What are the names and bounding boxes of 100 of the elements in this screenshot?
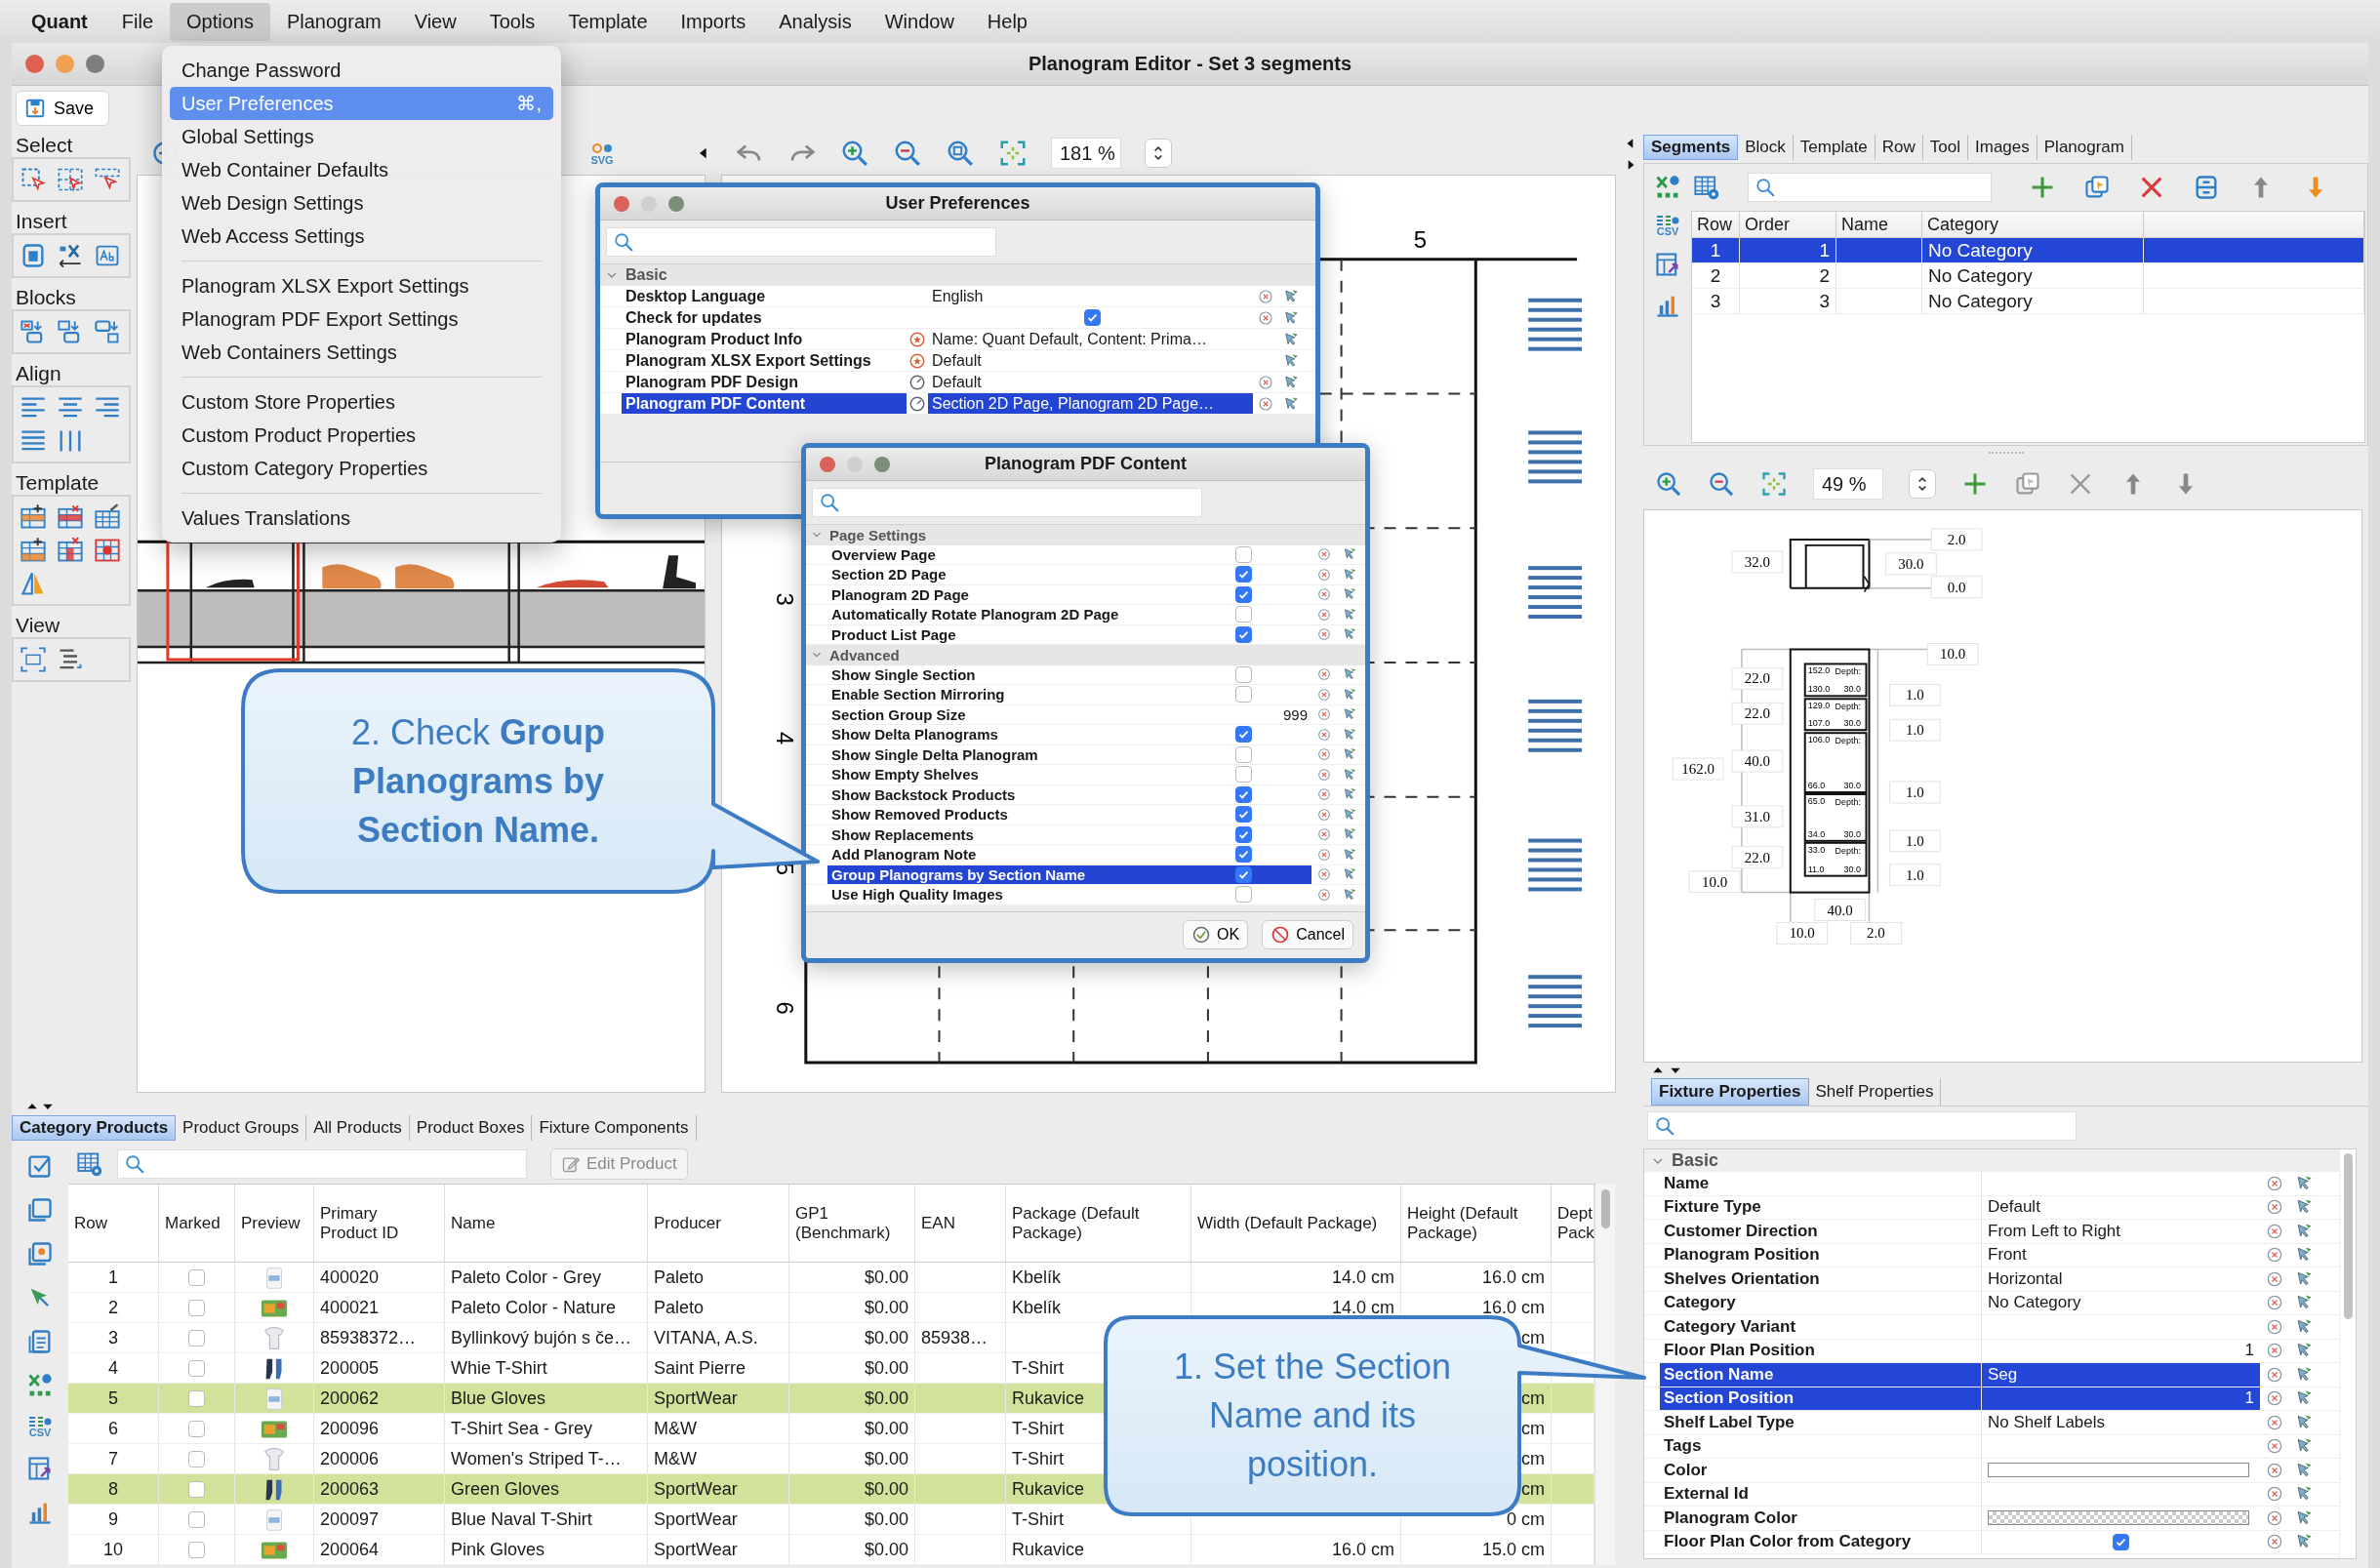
property-row[interactable]: Show Single Section <box>806 664 1365 685</box>
save-button[interactable]: Save <box>16 91 109 126</box>
property-row[interactable]: Planogram 2D Page <box>806 584 1365 605</box>
menu-option[interactable]: Web Container Defaults <box>170 153 553 186</box>
checkbox[interactable] <box>1234 745 1252 763</box>
checkbox[interactable] <box>1234 785 1252 803</box>
pointer-icon[interactable] <box>1342 726 1357 743</box>
menu-item[interactable]: View <box>397 2 473 41</box>
pointer-icon[interactable] <box>1282 330 1300 348</box>
column-header[interactable]: Producer <box>648 1185 789 1263</box>
grid-brush-icon[interactable] <box>94 503 121 531</box>
reset-icon[interactable] <box>1316 766 1332 783</box>
checkbox[interactable] <box>2113 1533 2129 1550</box>
property-row[interactable]: Planogram PDF Content Section 2D Page, Planogram 2D Page… <box>600 393 1315 415</box>
menu-item[interactable]: Help <box>970 2 1044 41</box>
close-button[interactable] <box>820 456 835 472</box>
property-row[interactable]: Fixture Type Default <box>1644 1195 2339 1220</box>
pointer-icon[interactable] <box>1342 566 1357 583</box>
shelf-box[interactable]: 33.0 Depth: 11.0 30.0 <box>1803 841 1868 877</box>
reset-icon[interactable] <box>1257 308 1274 327</box>
property-row[interactable]: Check for updates <box>600 307 1315 329</box>
menu-option[interactable]: Planogram XLSX Export Settings <box>170 269 553 302</box>
shelf-lines-icon[interactable] <box>1528 699 1583 752</box>
menu-item[interactable]: Tools <box>472 2 552 41</box>
grid-x-icon[interactable] <box>1654 174 1681 201</box>
menu-option[interactable]: Global Settings <box>170 120 553 153</box>
table-row[interactable]: 1 1 No Category <box>1692 238 2364 263</box>
menu-item[interactable]: Template <box>551 2 665 41</box>
pointer-icon[interactable] <box>1342 806 1357 823</box>
shelf-lines-icon[interactable] <box>1528 566 1583 620</box>
tab[interactable]: Template <box>1793 135 1876 160</box>
grid-remove-icon[interactable] <box>57 537 84 564</box>
grid-plus-icon[interactable] <box>20 503 47 531</box>
property-row[interactable]: Use High Quality Images <box>806 885 1365 905</box>
checkbox[interactable] <box>1084 309 1101 326</box>
column-header[interactable]: GP1 (Benchmark) <box>789 1185 915 1263</box>
row-select-icon[interactable] <box>94 166 121 193</box>
reset-icon[interactable] <box>1316 566 1332 583</box>
property-row[interactable]: Planogram Color <box>1644 1507 2339 1531</box>
menu-option[interactable]: Web Design Settings <box>170 186 553 220</box>
table-row[interactable]: 3 3 No Category <box>1692 289 2364 314</box>
menu-option[interactable]: Values Translations <box>170 502 553 535</box>
checkbox[interactable] <box>188 1389 205 1407</box>
table-row[interactable]: 10 200064 Pink Gloves SportWear $0.00 Rukavice 16.0 cm 15.0 cm <box>68 1535 1594 1565</box>
menu-option[interactable]: Planogram PDF Export Settings <box>170 302 553 336</box>
zoom-button[interactable] <box>874 456 890 472</box>
pointer-icon[interactable] <box>1342 606 1357 623</box>
column-header[interactable]: Preview <box>235 1185 314 1263</box>
question-square-icon[interactable] <box>26 1240 54 1267</box>
pointer-icon[interactable] <box>1342 846 1357 863</box>
column-header[interactable]: Marked <box>159 1185 235 1263</box>
property-row[interactable]: Desktop Language English <box>600 286 1315 307</box>
checkbox[interactable] <box>188 1510 205 1528</box>
scrollbar[interactable] <box>1594 1184 1615 1565</box>
scrollbar[interactable] <box>2339 1149 2356 1558</box>
checkbox[interactable] <box>188 1268 205 1286</box>
property-row[interactable]: Section Group Size 999 <box>806 704 1365 725</box>
property-row[interactable]: Tags <box>1644 1434 2339 1459</box>
duplicate-icon[interactable] <box>26 1196 54 1224</box>
column-header[interactable]: Width (Default Package) <box>1191 1185 1401 1263</box>
reset-icon[interactable] <box>1316 546 1332 563</box>
property-row[interactable]: Floor Plan Color from Category <box>1644 1530 2339 1554</box>
column-header[interactable]: Name <box>445 1185 648 1263</box>
checkbox[interactable] <box>1234 625 1252 643</box>
checkbox[interactable] <box>1234 566 1252 583</box>
zoom-field[interactable]: 181 % <box>1051 138 1121 169</box>
property-row[interactable]: Show Backstock Products <box>806 784 1365 805</box>
property-row[interactable]: Planogram Position Front <box>1644 1243 2339 1267</box>
checkbox[interactable] <box>1234 606 1252 623</box>
checkbox[interactable] <box>1234 766 1252 784</box>
pointer-icon[interactable] <box>1342 766 1357 783</box>
zoom-out-icon[interactable] <box>893 139 922 168</box>
search-field[interactable] <box>1748 173 1992 202</box>
checkbox[interactable] <box>1234 665 1252 683</box>
table-settings-icon[interactable] <box>1693 174 1720 201</box>
checkbox[interactable] <box>1234 686 1252 704</box>
property-row[interactable]: Show Removed Products <box>806 805 1365 825</box>
tab[interactable]: Category Products <box>12 1115 177 1141</box>
menu-item[interactable]: File <box>104 2 170 41</box>
menu-item[interactable]: Options <box>170 2 270 41</box>
zoom-in-icon[interactable] <box>1655 470 1682 498</box>
property-row[interactable]: Category No Category <box>1644 1291 2339 1315</box>
shelf-lines-icon[interactable] <box>1528 430 1583 484</box>
tab[interactable]: Row <box>1875 135 1923 160</box>
property-row[interactable]: Shelf Label Type No Shelf Labels <box>1644 1411 2339 1435</box>
tab[interactable]: Planogram <box>2037 135 2132 160</box>
reset-icon[interactable] <box>1316 586 1332 603</box>
dashed-select-icon[interactable] <box>20 166 47 193</box>
tab[interactable]: Segments <box>1643 135 1739 160</box>
checkbox[interactable] <box>1234 846 1252 864</box>
ok-button[interactable]: OK <box>1183 920 1249 950</box>
pointer-icon[interactable] <box>1342 686 1357 703</box>
shelf-lines-icon[interactable] <box>1528 975 1583 1028</box>
checkbox[interactable] <box>1234 865 1252 883</box>
reset-icon[interactable] <box>1316 886 1332 903</box>
menu-option[interactable]: Change Password <box>170 54 553 87</box>
tab[interactable]: Shelf Properties <box>1808 1078 1942 1106</box>
stepper-button[interactable] <box>1145 139 1172 168</box>
column-header[interactable]: EAN <box>915 1185 1006 1263</box>
search-field[interactable] <box>117 1149 527 1179</box>
